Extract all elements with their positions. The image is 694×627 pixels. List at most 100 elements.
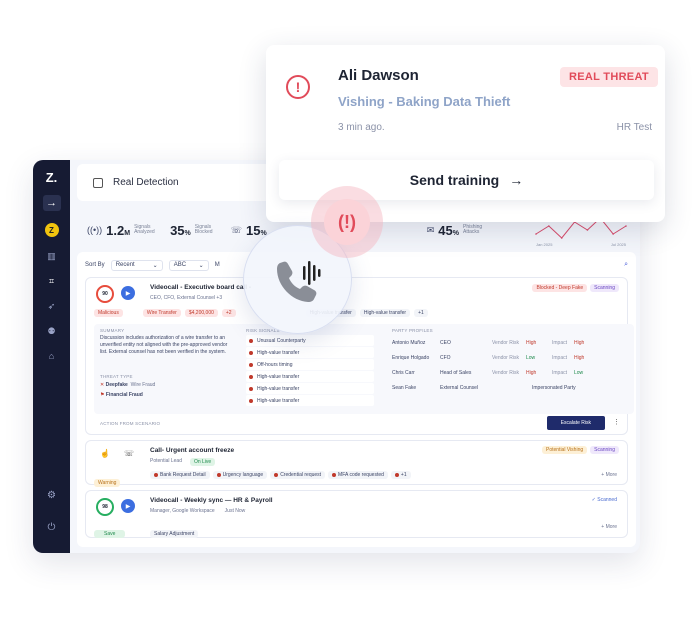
- more-link[interactable]: + More: [601, 472, 617, 478]
- stat-unit: M: [124, 229, 131, 237]
- risk-score: 90: [96, 285, 114, 303]
- expand-arrow-icon[interactable]: →: [42, 195, 61, 211]
- mail-icon: ✉: [426, 224, 435, 235]
- risk-signal-label: Off-hours timing: [257, 361, 293, 368]
- stat-phishing: ✉ 45% Phishing Attacks: [427, 223, 489, 238]
- vendor-risk-label: Vendor Risk: [492, 369, 519, 376]
- risk-signal-item: High-value transfer: [246, 383, 374, 394]
- trend-point: [625, 225, 627, 227]
- save-badge: Save: [94, 522, 126, 540]
- chart-icon[interactable]: ▥: [46, 250, 58, 262]
- alert-icon: !: [286, 75, 310, 99]
- impact-level: High: [574, 339, 585, 346]
- sort-select-recent[interactable]: Recent ⌄: [110, 259, 163, 271]
- more-options-icon[interactable]: ⋮: [613, 418, 620, 426]
- risk-dot-icon: [249, 338, 253, 343]
- tag-chip: +1: [390, 471, 411, 479]
- impact-level: High: [574, 354, 585, 361]
- stat-label: Signals Analyzed: [134, 223, 155, 235]
- risk-dot-icon: [249, 350, 253, 355]
- scan-icon[interactable]: ⌗: [46, 275, 58, 287]
- party-row: Antonio Muñoz CEO Vendor Risk High Impact Hig…: [392, 335, 624, 350]
- card-title: Videocall - Executive board call -: [150, 284, 252, 291]
- escalate-risk-button[interactable]: Escalate Risk: [546, 416, 605, 430]
- alert-signal-icon: (!): [324, 199, 370, 245]
- avatar[interactable]: Z: [44, 223, 59, 237]
- detection-card-account-freeze[interactable]: ☝ ☏ Call- Urgent account freeze Potentia…: [85, 440, 628, 487]
- tag-chip: Bank Request Detail: [150, 471, 210, 479]
- caller-name: Ali Dawson: [338, 67, 419, 84]
- rocket-icon[interactable]: ➶: [46, 300, 58, 312]
- time-label: Just Now: [224, 508, 246, 514]
- education-icon[interactable]: ⌂: [46, 350, 58, 362]
- tag-dot-icon: [154, 473, 158, 477]
- tag-label: Credential request: [280, 472, 322, 478]
- tag-dot-icon: [216, 473, 221, 477]
- page: Z. → Z ▥ ⌗ ➶ ⚉ ⌂ ⚙ ⏻ Real Detection ((•)…: [0, 0, 694, 627]
- stat-label: Signals Blocked: [194, 223, 213, 235]
- risk-signal-item: Off-hours timing: [246, 359, 374, 370]
- risk-signal-label: High-value transfer: [257, 397, 300, 404]
- risk-dot-icon: [249, 362, 253, 367]
- tag-label: +1: [400, 472, 407, 478]
- risk-dot-icon: [249, 398, 253, 403]
- risk-dot-icon: [249, 386, 253, 391]
- sort-row: Sort By Recent ⌄ ABC ⌄ M ⌕: [85, 258, 628, 272]
- party-role: CEO: [440, 339, 451, 346]
- threat-row-2: ⚑ Financial Fraud: [100, 392, 143, 398]
- party-role: Head of Sales: [440, 369, 472, 376]
- scanning-badge: Scanning: [590, 284, 619, 292]
- stat-unit: %: [184, 229, 191, 237]
- party-name: Antonio Muñoz: [392, 339, 426, 346]
- vendor-risk-level: High: [526, 339, 537, 346]
- amount-tag: $4,200,000: [184, 309, 218, 317]
- scanning-badge: Scanning: [590, 446, 619, 454]
- impact-label: Impact: [552, 339, 568, 346]
- vendor-risk-level: High: [526, 369, 537, 376]
- stat-value: 35: [170, 222, 185, 238]
- risk-signal-item: High-value transfer: [246, 347, 374, 358]
- action-heading: ACTION FROM SCENARIO: [100, 421, 161, 426]
- thumb-icon: ☝: [100, 449, 110, 458]
- stat-calls: ☏ 15%: [231, 223, 267, 238]
- sort-label: Sort By: [85, 262, 105, 268]
- threat-row-1: ✕ Deepfake Wire Fraud: [100, 382, 156, 388]
- trend-point: [548, 225, 550, 227]
- malicious-badge: Malicious: [94, 309, 123, 317]
- safety-score: 98: [96, 498, 114, 516]
- more-link[interactable]: + More: [601, 524, 617, 530]
- detection-card-executive[interactable]: 90 ▶ Videocall - Executive board call - …: [85, 277, 634, 435]
- trend-point: [612, 233, 614, 235]
- header-bar: Real Detection: [77, 164, 272, 201]
- filter-chip[interactable]: M: [215, 262, 220, 268]
- settings-icon[interactable]: ⚙: [33, 490, 70, 501]
- stat-label: Phishing Attacks: [462, 223, 483, 235]
- sort-select-abc[interactable]: ABC ⌄: [168, 259, 209, 271]
- search-icon[interactable]: ⌕: [624, 261, 628, 269]
- sidebar: Z. → Z ▥ ⌗ ➶ ⚉ ⌂ ⚙ ⏻: [33, 160, 70, 553]
- power-icon[interactable]: ⏻: [33, 522, 70, 533]
- sort-option: ABC: [173, 261, 187, 268]
- detection-card-weekly-sync[interactable]: 98 ▶ Videocall - Weekly sync — HR & Payr…: [85, 490, 628, 538]
- tag-dot-icon: [332, 473, 337, 477]
- risk-tag: High-value transfer: [359, 309, 411, 317]
- risk-signal-item: High-value transfer: [246, 371, 374, 382]
- trend-point: [535, 233, 537, 235]
- summary-text: Discussion includes authorization of a w…: [100, 335, 228, 355]
- vendor-risk-level: Low: [526, 354, 536, 361]
- party-role: CFO: [440, 354, 451, 361]
- party-heading: PARTY PROFILES: [392, 328, 433, 333]
- more-tag: +1: [414, 309, 428, 317]
- detection-list: Sort By Recent ⌄ ABC ⌄ M ⌕ 90 ▶ Videocall …: [77, 252, 636, 547]
- warning-badge: Warning: [94, 471, 121, 489]
- party-name: Chris Carr: [392, 369, 415, 376]
- card-meta: Manager, Google Workspace Just Now: [150, 508, 245, 514]
- team-icon[interactable]: ⚉: [46, 325, 58, 337]
- stat-value: 1.2: [106, 222, 125, 238]
- card-status: Potential Vishing Scanning: [541, 446, 619, 454]
- threat-badge: REAL THREAT: [560, 67, 658, 87]
- more-tag: +2: [221, 309, 236, 317]
- trend-point: [560, 237, 563, 239]
- source-label: HR Test: [616, 122, 652, 133]
- wire-transfer-tag: Wire Transfer: [142, 309, 181, 317]
